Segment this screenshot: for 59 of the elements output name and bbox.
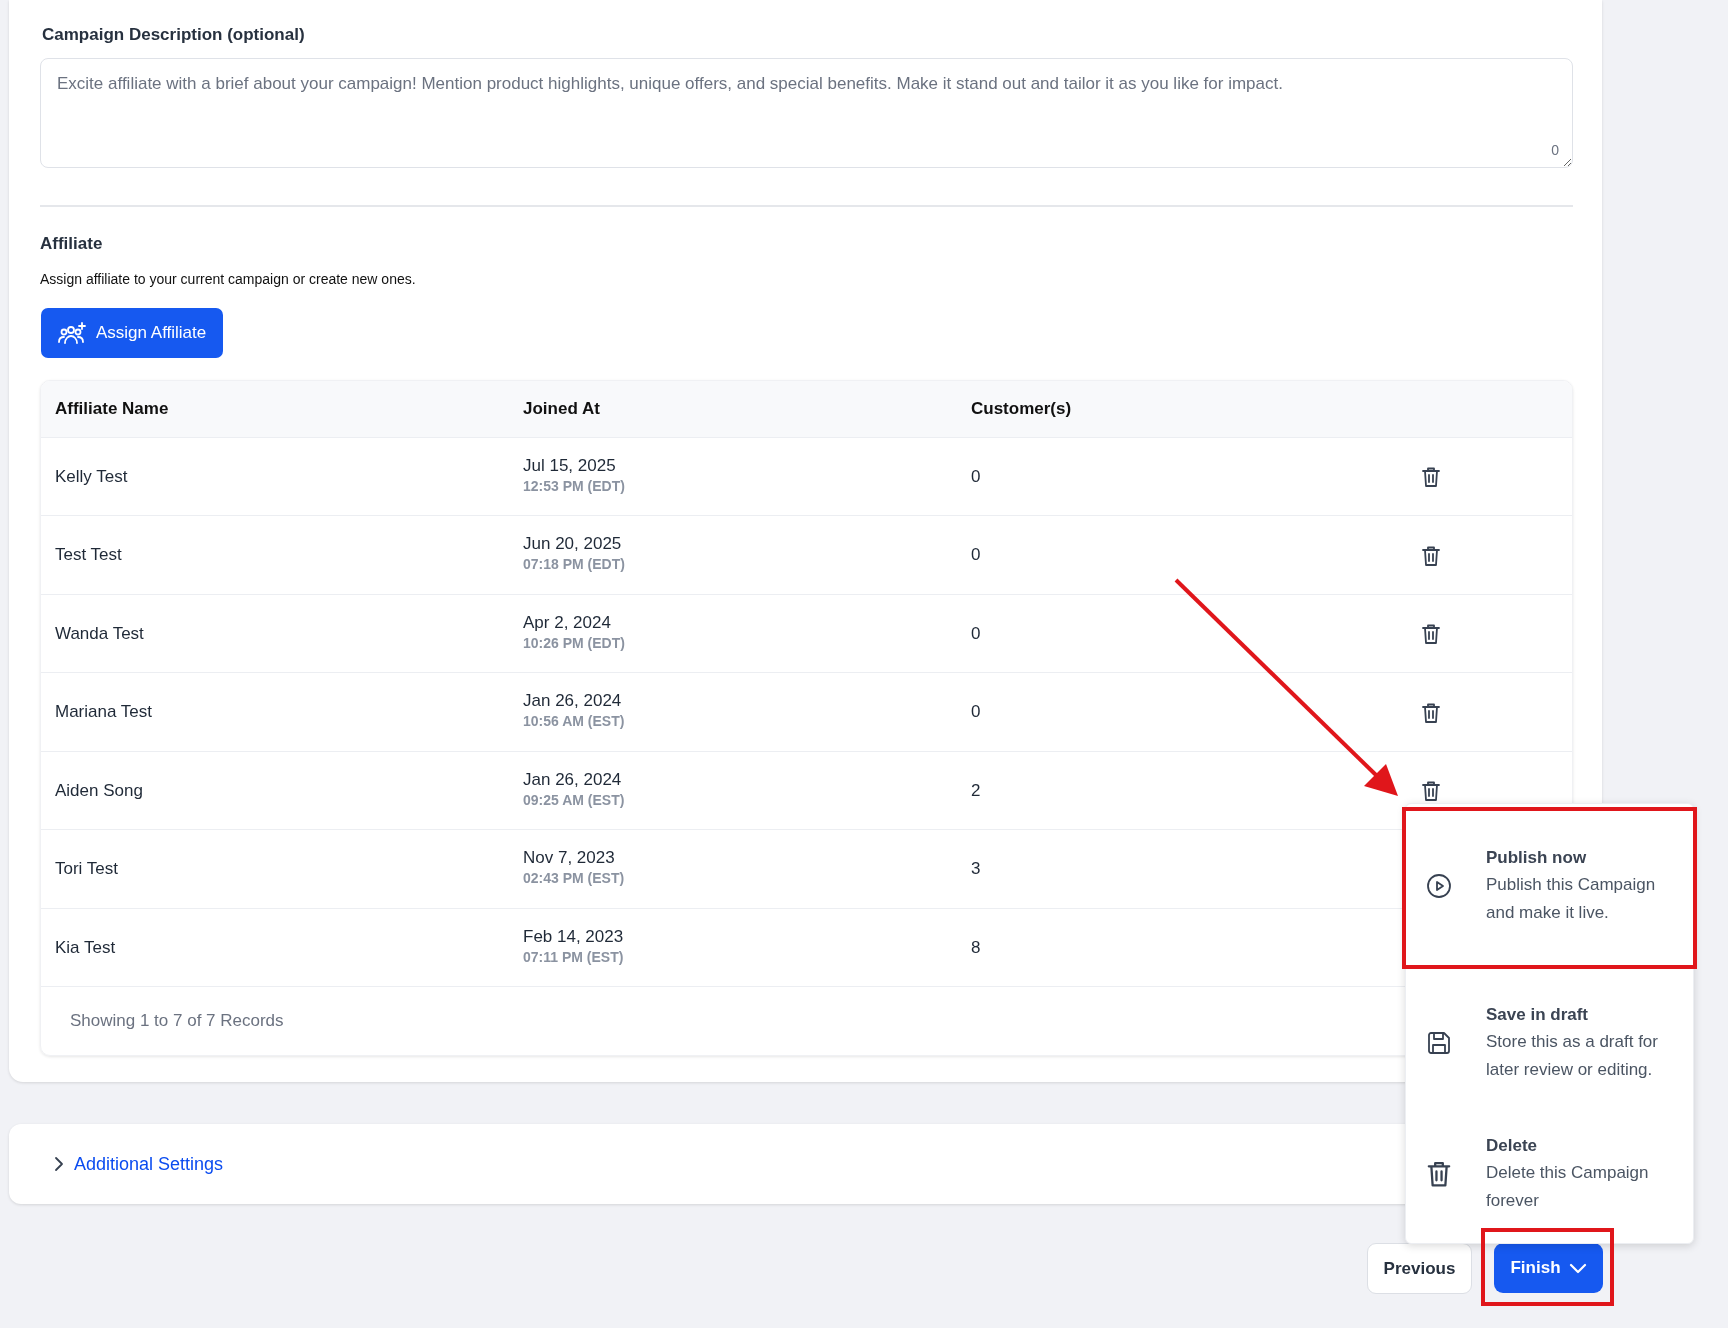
trash-icon[interactable] xyxy=(1421,544,1441,567)
customer-count: 8 xyxy=(971,936,982,959)
section-description: Assign affiliate to your current campaign or create new ones. xyxy=(40,269,417,289)
menu-item-description: Store this as a draft for later review or editing. xyxy=(1486,1030,1659,1081)
field-label: Campaign Description (optional) xyxy=(42,24,306,46)
affiliate-name: Mariana Test xyxy=(54,701,153,723)
customer-count: 0 xyxy=(971,701,982,723)
join-date: Jan 26, 2024 xyxy=(523,691,623,712)
previous-button[interactable]: Previous xyxy=(1367,1243,1472,1294)
join-date: Nov 7, 2023 xyxy=(523,848,616,869)
affiliate-name: Tori Test xyxy=(54,858,119,880)
menu-item-title: Publish now xyxy=(1486,847,1588,870)
trash-icon[interactable] xyxy=(1421,780,1441,802)
assign-affiliate-button[interactable]: Assign Affiliate xyxy=(41,307,224,358)
trash-icon[interactable] xyxy=(1421,623,1441,645)
affiliate-name: Aiden Song xyxy=(54,779,144,802)
menu-item[interactable]: Save in draft Store this as a draft for later review or editing. xyxy=(1406,969,1693,1121)
section-title: Affiliate xyxy=(40,233,104,255)
users-add-icon xyxy=(58,321,86,344)
column-header: Joined At xyxy=(523,397,601,420)
menu-item[interactable]: Publish now Publish this Campaign and make it live. xyxy=(1402,807,1697,969)
customer-count: 0 xyxy=(971,544,982,566)
customer-count: 2 xyxy=(971,779,982,802)
finish-button[interactable]: Finish xyxy=(1494,1243,1603,1293)
join-date: Apr 2, 2024 xyxy=(523,612,612,633)
play-circle-icon xyxy=(1426,873,1452,900)
column-header: Customer(s) xyxy=(971,397,1073,420)
menu-item-description: Publish this Campaign and make it live. xyxy=(1486,873,1657,924)
join-time: 12:53 PM (EDT) xyxy=(523,476,626,496)
trash-icon[interactable] xyxy=(1421,701,1441,724)
join-time: 07:11 PM (EST) xyxy=(523,947,625,967)
save-icon xyxy=(1426,1030,1452,1057)
trash-icon[interactable] xyxy=(1421,466,1441,488)
additional-settings-link[interactable]: Additional Settings xyxy=(74,1150,224,1178)
affiliate-name: Wanda Test xyxy=(54,622,145,645)
menu-item[interactable]: Delete Delete this Campaign forever xyxy=(1406,1121,1693,1243)
affiliate-name: Test Test xyxy=(54,544,123,566)
chevron-icon[interactable] xyxy=(54,1156,64,1172)
character-counter: 0 xyxy=(1551,141,1559,160)
affiliate-name: Kelly Test xyxy=(54,465,129,488)
customer-count: 3 xyxy=(971,858,982,880)
join-time: 02:43 PM (EST) xyxy=(523,869,626,889)
join-date: Feb 14, 2023 xyxy=(523,926,625,947)
join-time: 10:56 AM (EST) xyxy=(523,712,626,732)
menu-item-description: Delete this Campaign forever xyxy=(1486,1161,1650,1212)
menu-item-title: Delete xyxy=(1486,1135,1539,1158)
join-time: 09:25 AM (EST) xyxy=(523,790,626,810)
affiliate-name: Kia Test xyxy=(54,936,117,959)
join-date: Jul 15, 2025 xyxy=(523,455,617,476)
customer-count: 0 xyxy=(971,622,982,645)
customer-count: 0 xyxy=(971,465,982,488)
column-header: Affiliate Name xyxy=(54,397,170,420)
trash-icon xyxy=(1426,1160,1452,1188)
join-date: Jun 20, 2025 xyxy=(523,534,623,555)
join-time: 07:18 PM (EDT) xyxy=(523,555,626,575)
menu-item-title: Save in draft xyxy=(1486,1004,1590,1027)
records-summary: Showing 1 to 7 of 7 Records xyxy=(70,1010,284,1033)
join-time: 10:26 PM (EDT) xyxy=(523,633,626,653)
join-date: Jan 26, 2024 xyxy=(523,769,623,790)
